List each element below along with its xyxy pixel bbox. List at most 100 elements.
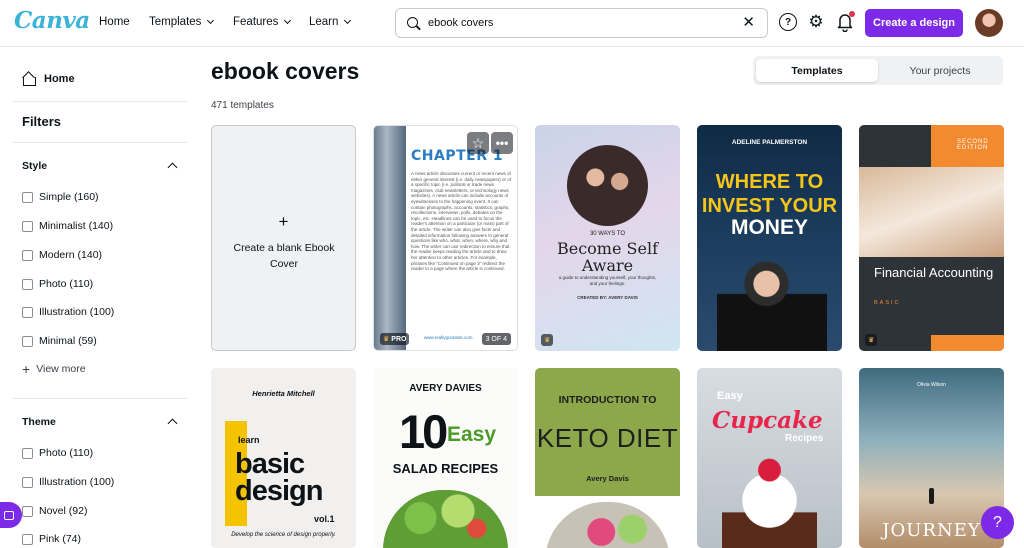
- checkbox[interactable]: [22, 335, 33, 347]
- card-title-2: MONEY: [730, 216, 808, 239]
- sidebar-item-home[interactable]: Home: [22, 73, 75, 86]
- card-subtitle: a guide to understanding yourself, your …: [558, 275, 657, 286]
- template-card-basic-design[interactable]: Henrietta Mitchell learn basic design vo…: [211, 368, 356, 548]
- filter-style-minimalist[interactable]: Minimalist (140): [22, 220, 113, 232]
- clear-icon[interactable]: ✕: [742, 15, 755, 31]
- theme-section-title[interactable]: Theme: [22, 416, 56, 428]
- filter-style-photo[interactable]: Photo (110): [22, 278, 93, 290]
- card-title: Financial Accounting: [874, 265, 994, 280]
- card-author: AVERY DAVIES: [409, 383, 482, 394]
- checkbox[interactable]: [22, 220, 33, 232]
- template-card-keto[interactable]: INTRODUCTION TO KETO DIET Avery Davis: [535, 368, 680, 548]
- card-number: 10: [399, 405, 448, 458]
- view-more-label: View more: [36, 363, 86, 375]
- cover-photo: [722, 453, 817, 548]
- sidebar-home-label: Home: [44, 73, 75, 85]
- divider: [12, 142, 188, 143]
- chevron-down-icon: [207, 16, 215, 25]
- filter-style-modern[interactable]: Modern (140): [22, 249, 102, 261]
- template-card-invest[interactable]: ADELINE PALMERSTON WHERE TO INVEST YOUR …: [697, 125, 842, 351]
- filter-theme-illustration[interactable]: Illustration (100): [22, 476, 114, 488]
- help-fab-button[interactable]: ?: [981, 506, 1014, 539]
- card-kicker: Easy: [717, 390, 743, 402]
- accent-strip: [931, 335, 1004, 351]
- tab-your-projects[interactable]: Your projects: [880, 59, 1000, 82]
- chevron-up-icon[interactable]: [167, 418, 178, 429]
- filter-label: Novel (92): [39, 505, 88, 517]
- card-author: Olivia Wilson: [917, 382, 946, 388]
- card-author: Henrietta Mitchell: [252, 389, 315, 398]
- checkbox[interactable]: [22, 476, 33, 488]
- filter-theme-photo[interactable]: Photo (110): [22, 447, 93, 459]
- gear-icon[interactable]: ⚙: [807, 13, 825, 31]
- create-blank-card[interactable]: + Create a blank Ebook Cover: [211, 125, 356, 351]
- template-count: 471 templates: [211, 100, 274, 111]
- filter-label: Minimalist (140): [39, 220, 114, 232]
- checkbox[interactable]: [22, 447, 33, 459]
- cover-figure: [929, 488, 934, 504]
- card-volume: vol.1: [314, 514, 335, 524]
- card-author: ADELINE PALMERSTON: [731, 139, 808, 146]
- card-title: Become Self Aware: [556, 239, 658, 275]
- home-icon: [22, 73, 36, 86]
- filter-label: Modern (140): [39, 249, 103, 261]
- filter-style-minimal[interactable]: Minimal (59): [22, 335, 97, 347]
- template-card-self-aware[interactable]: 30 WAYS TO Become Self Aware a guide to …: [535, 125, 680, 351]
- filter-style-simple[interactable]: Simple (160): [22, 191, 99, 203]
- filter-label: Minimal (59): [39, 335, 97, 347]
- card-kicker: 30 WAYS TO: [589, 231, 626, 237]
- filter-style-illustration[interactable]: Illustration (100): [22, 306, 114, 318]
- template-card-financial[interactable]: SECOND EDITION Financial Accounting BASI…: [859, 125, 1004, 351]
- filter-theme-novel[interactable]: Novel (92): [22, 505, 87, 517]
- template-card-chapter[interactable]: CHAPTER 1 A news article discusses curre…: [373, 125, 518, 351]
- filter-theme-pink[interactable]: Pink (74): [22, 533, 81, 545]
- card-kicker: Easy: [447, 423, 497, 446]
- page-count-badge: 3 OF 4: [481, 333, 511, 345]
- nav-learn[interactable]: Learn: [309, 16, 352, 28]
- checkbox[interactable]: [22, 278, 33, 290]
- filters-title: Filters: [22, 114, 62, 129]
- avatar[interactable]: [975, 9, 1003, 37]
- pro-label: PRO: [391, 335, 407, 343]
- style-section-title[interactable]: Style: [22, 160, 47, 172]
- card-subtitle: Recipes: [785, 433, 824, 444]
- help-icon[interactable]: ?: [779, 13, 797, 31]
- filter-label: Photo (110): [39, 278, 94, 290]
- pro-badge: ♛ PRO: [380, 333, 410, 345]
- nav-home[interactable]: Home: [99, 16, 130, 28]
- card-title: CHAPTER 1: [411, 148, 504, 164]
- nav-home-label: Home: [99, 16, 130, 28]
- divider: [12, 398, 188, 399]
- canva-logo[interactable]: Canva: [14, 7, 90, 34]
- chevron-down-icon: [284, 16, 292, 25]
- blank-card-label: Create a blank Ebook Cover: [233, 242, 335, 270]
- chevron-up-icon[interactable]: [167, 162, 178, 173]
- tab-templates[interactable]: Templates: [756, 59, 878, 82]
- card-title: WHERE TO INVEST YOUR: [701, 171, 838, 217]
- card-footer: www.reallygreatsite.com: [424, 335, 473, 340]
- nav-features[interactable]: Features: [233, 16, 292, 28]
- premium-badge: ♛: [865, 334, 878, 346]
- chevron-down-icon: [344, 16, 352, 25]
- search-input[interactable]: ebook covers ✕: [395, 8, 768, 38]
- template-card-cupcake[interactable]: Easy Cupcake Recipes: [697, 368, 842, 548]
- filter-label: Illustration (100): [39, 476, 115, 488]
- card-body-text: A news article discusses current or rece…: [411, 171, 512, 272]
- checkbox[interactable]: [22, 306, 33, 318]
- search-icon: [407, 17, 418, 28]
- checkbox[interactable]: [22, 191, 33, 203]
- template-card-salad[interactable]: AVERY DAVIES 10 Easy SALAD RECIPES: [373, 368, 518, 548]
- checkbox[interactable]: [22, 533, 33, 545]
- card-subtitle: BASIC: [874, 300, 901, 306]
- card-title: KETO DIET: [536, 423, 679, 453]
- search-value[interactable]: ebook covers: [428, 17, 493, 29]
- more-icon[interactable]: •••: [491, 132, 513, 154]
- checkbox[interactable]: [22, 249, 33, 261]
- plus-icon: +: [22, 361, 31, 377]
- create-design-button[interactable]: Create a design: [865, 9, 963, 37]
- nav-templates[interactable]: Templates: [149, 16, 215, 28]
- star-icon[interactable]: ☆: [467, 132, 489, 154]
- view-more-button[interactable]: + View more: [22, 361, 86, 377]
- checkbox[interactable]: [22, 505, 33, 517]
- nav-templates-label: Templates: [149, 16, 202, 28]
